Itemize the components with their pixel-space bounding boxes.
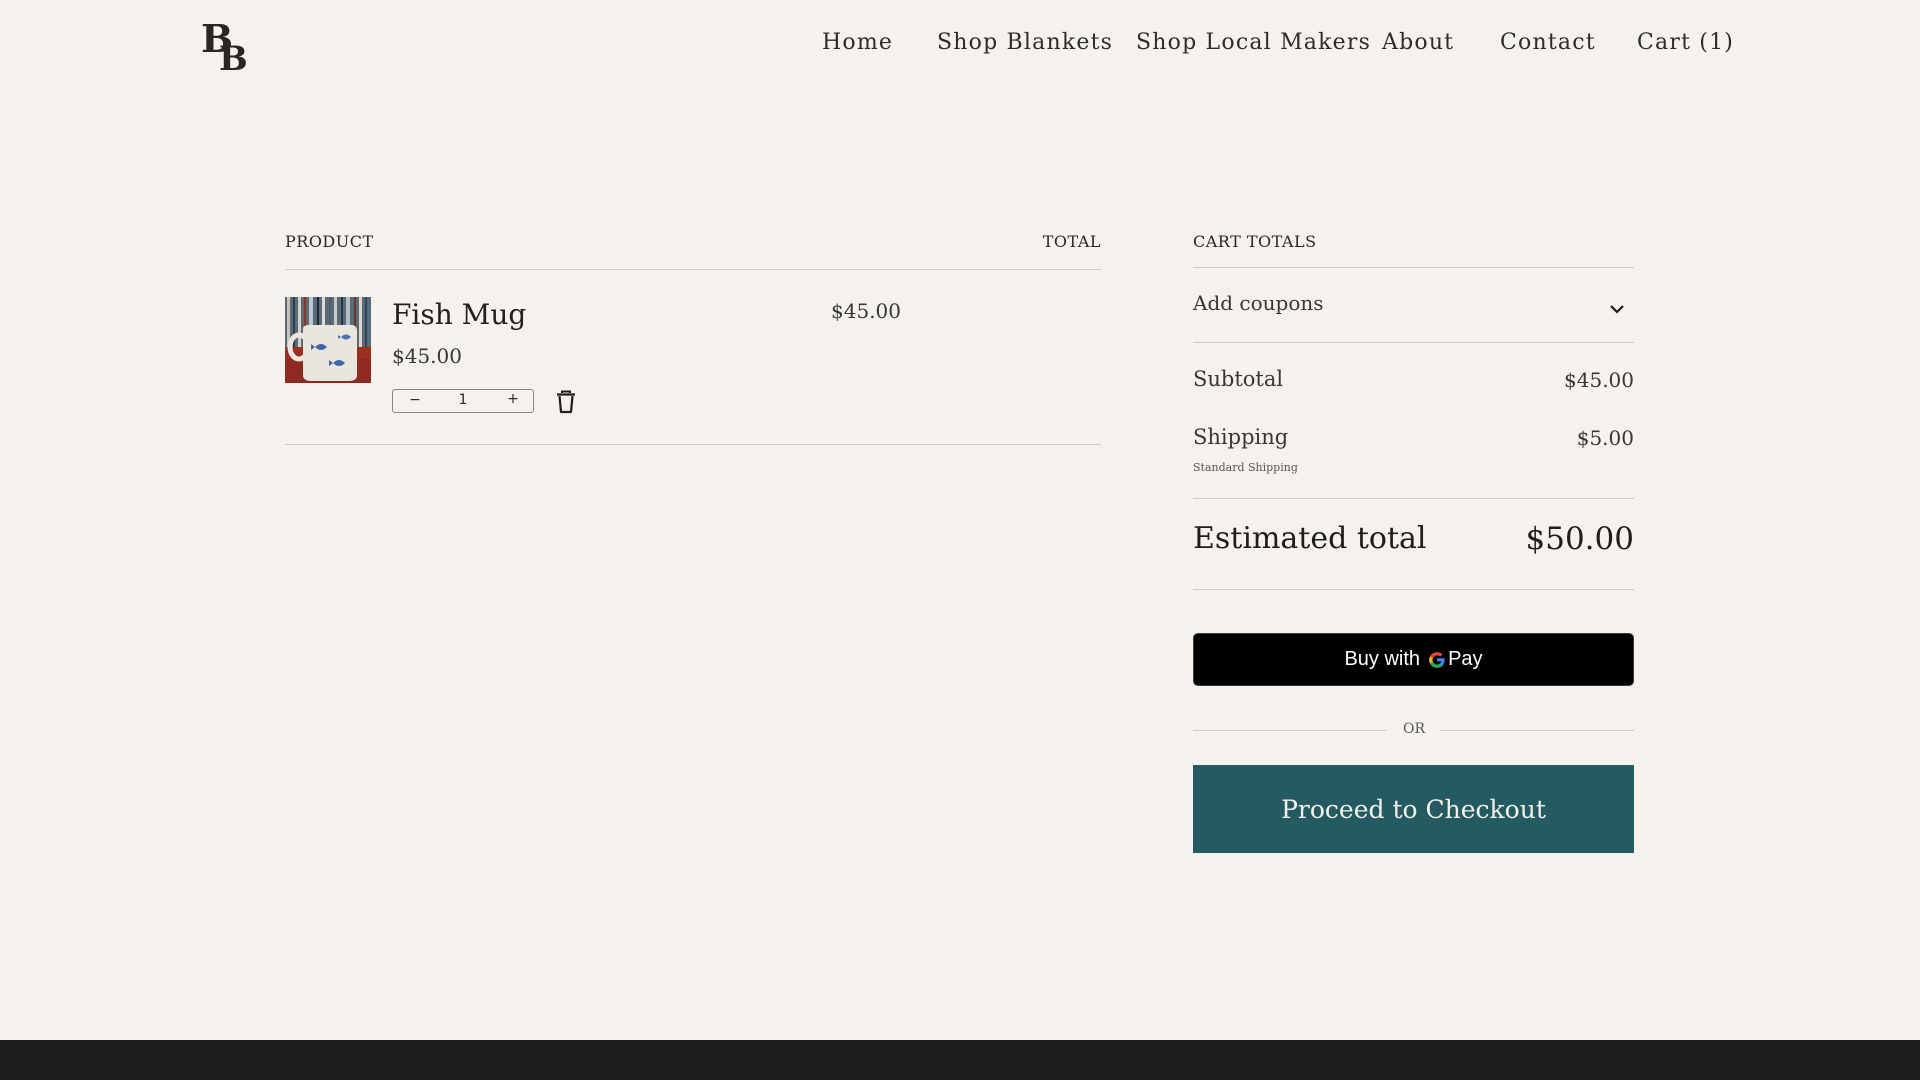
proceed-to-checkout-button[interactable]: Proceed to Checkout	[1193, 765, 1634, 853]
subtotal-value: $45.00	[1564, 368, 1634, 392]
total-column-header: TOTAL	[1042, 232, 1101, 251]
google-pay-button[interactable]: Buy with Pay	[1193, 633, 1634, 686]
or-separator: OR	[1402, 721, 1426, 737]
or-divider-right	[1440, 730, 1634, 731]
shipping-value: $5.00	[1576, 426, 1634, 450]
quantity-decrement-button[interactable]: −	[407, 392, 423, 408]
estimated-total-divider	[1193, 589, 1634, 590]
product-thumbnail[interactable]	[285, 297, 371, 383]
shipping-divider	[1193, 498, 1634, 499]
google-g-icon	[1427, 647, 1447, 673]
nav-home[interactable]: Home	[822, 30, 893, 55]
site-footer	[0, 1040, 1920, 1080]
trash-icon[interactable]	[555, 390, 577, 414]
table-header-divider	[285, 269, 1101, 270]
quantity-increment-button[interactable]: +	[505, 391, 521, 407]
table-row-divider	[285, 444, 1101, 445]
quantity-stepper: − 1 +	[392, 389, 534, 413]
quantity-input[interactable]: 1	[448, 392, 478, 408]
gpay-prefix: Buy with	[1344, 648, 1421, 670]
shipping-method: Standard Shipping	[1193, 461, 1298, 474]
product-column-header: PRODUCT	[285, 232, 374, 251]
site-header: B B Home Shop Blankets Shop Local Makers…	[0, 0, 1920, 92]
subtotal-label: Subtotal	[1193, 367, 1284, 391]
main-nav: Home Shop Blankets Shop Local Makers Abo…	[0, 30, 1920, 64]
nav-about[interactable]: About	[1382, 30, 1454, 55]
estimated-total-label: Estimated total	[1193, 521, 1427, 556]
or-divider-left	[1193, 730, 1387, 731]
totals-divider	[1193, 267, 1634, 268]
product-name[interactable]: Fish Mug	[392, 298, 526, 331]
gpay-suffix: Pay	[1448, 648, 1483, 670]
shipping-label: Shipping	[1193, 425, 1289, 449]
nav-contact[interactable]: Contact	[1500, 30, 1596, 55]
chevron-down-icon[interactable]	[1608, 300, 1626, 314]
line-total: $45.00	[831, 299, 901, 323]
nav-shop-blankets[interactable]: Shop Blankets	[937, 30, 1113, 55]
product-unit-price: $45.00	[392, 344, 462, 368]
nav-shop-local-makers[interactable]: Shop Local Makers	[1136, 30, 1371, 55]
add-coupons-toggle[interactable]: Add coupons	[1193, 291, 1324, 315]
cart-totals-heading: CART TOTALS	[1193, 232, 1317, 251]
coupons-divider	[1193, 342, 1634, 343]
nav-cart[interactable]: Cart (1)	[1637, 30, 1734, 55]
checkout-button-label: Proceed to Checkout	[1281, 794, 1546, 824]
estimated-total-value: $50.00	[1525, 521, 1634, 557]
